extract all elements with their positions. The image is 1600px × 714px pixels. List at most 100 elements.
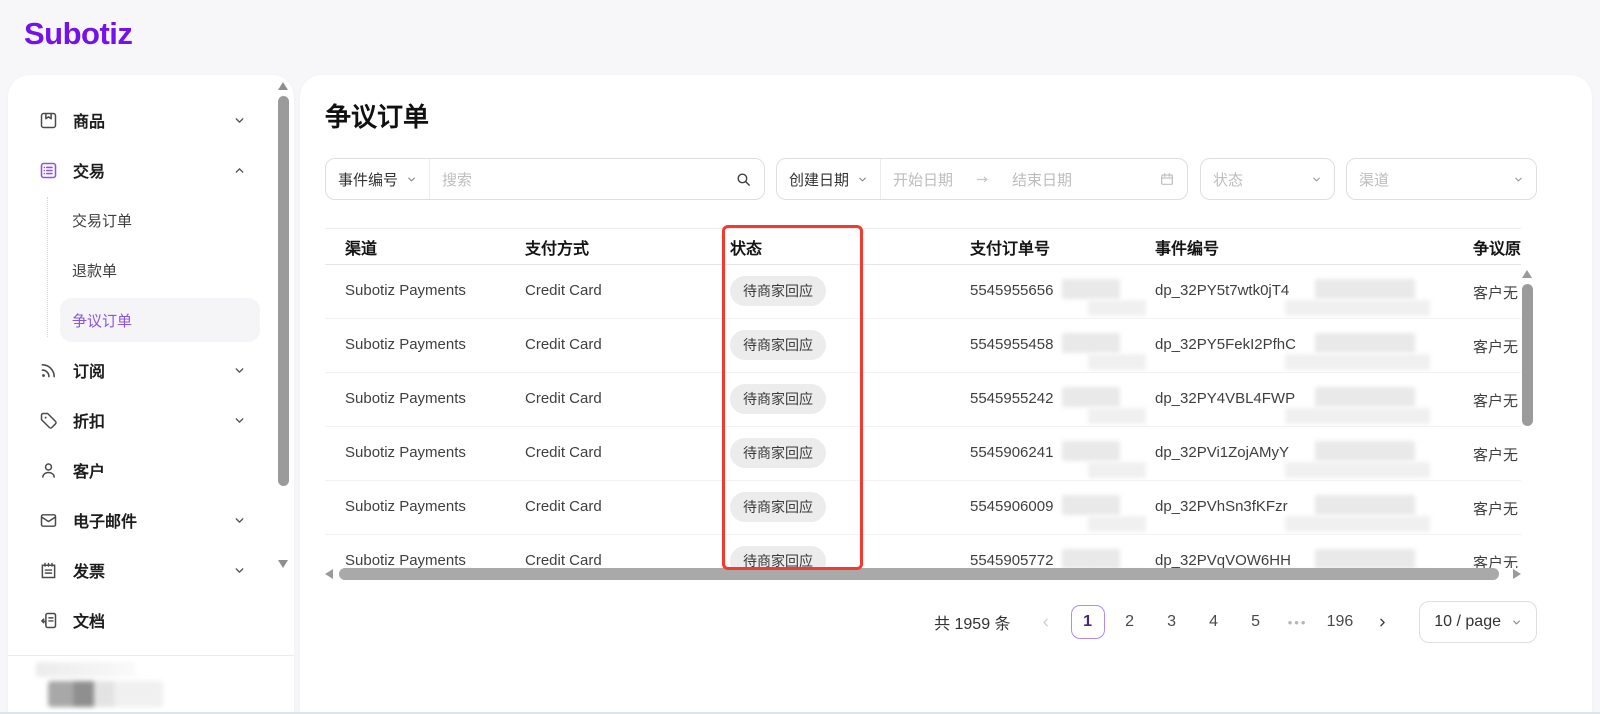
sub-item-label: 交易订单 (72, 210, 132, 231)
column-header-dispute-reason: 争议原因 (1473, 235, 1521, 259)
sidebar-user-area[interactable] (8, 655, 294, 714)
scroll-up-arrow[interactable] (1522, 270, 1532, 278)
pagination-prev-button[interactable] (1029, 605, 1063, 639)
table-row[interactable]: Subotiz Payments Credit Card 待商家回应 55459… (325, 373, 1521, 427)
chevron-right-icon (1376, 616, 1389, 629)
date-type-select[interactable]: 创建日期 (777, 159, 881, 199)
scrollbar-thumb[interactable] (1522, 284, 1533, 426)
scroll-left-arrow[interactable] (325, 569, 333, 579)
tag-icon (38, 410, 59, 431)
calendar-button[interactable] (1147, 171, 1187, 187)
column-header-payment-order-no: 支付订单号 (970, 235, 1155, 259)
cell-payment-method: Credit Card (525, 373, 730, 426)
redacted-user-text (36, 662, 136, 677)
search-button[interactable] (723, 171, 764, 188)
cell-event-no: dp_32PVi1ZojAMyY (1155, 427, 1473, 480)
sidebar-item-subscriptions[interactable]: 订阅 (8, 345, 294, 395)
table-header: 渠道 支付方式 状态 支付订单号 事件编号 争议原因 (325, 228, 1521, 265)
pagination-page-1[interactable]: 1 (1071, 605, 1105, 639)
search-input[interactable]: 搜索 (430, 169, 484, 190)
chevron-down-icon (406, 174, 417, 185)
pagination-next-button[interactable] (1365, 605, 1399, 639)
cell-status: 待商家回应 (730, 319, 970, 372)
status-badge: 待商家回应 (730, 546, 826, 568)
table-body: Subotiz Payments Credit Card 待商家回应 55459… (325, 265, 1521, 568)
date-start-input[interactable]: 开始日期 (881, 169, 965, 190)
cell-status: 待商家回应 (730, 373, 970, 426)
pagination-page-4[interactable]: 4 (1197, 605, 1231, 639)
page-title: 争议订单 (325, 97, 429, 134)
sidebar-item-customers[interactable]: 客户 (8, 445, 294, 495)
table-row[interactable]: Subotiz Payments Credit Card 待商家回应 55459… (325, 319, 1521, 373)
sidebar-item-discounts[interactable]: 折扣 (8, 395, 294, 445)
sidebar-item-label: 电子邮件 (73, 508, 137, 532)
redacted-block (1062, 333, 1120, 353)
column-header-payment-method: 支付方式 (525, 235, 730, 259)
scroll-right-arrow[interactable] (1513, 569, 1521, 579)
channel-filter-placeholder: 渠道 (1359, 169, 1389, 190)
pagination-total: 共 1959 条 (934, 610, 1011, 634)
redacted-block (1315, 495, 1415, 515)
table-row[interactable]: Subotiz Payments Credit Card 待商家回应 55459… (325, 427, 1521, 481)
cell-status: 待商家回应 (730, 535, 970, 568)
redacted-user-avatar (48, 681, 163, 707)
scrollbar-thumb[interactable] (278, 96, 289, 486)
sub-item-label: 退款单 (72, 260, 117, 281)
status-filter-select[interactable]: 状态 (1200, 158, 1335, 200)
table-vertical-scrollbar[interactable] (1521, 270, 1534, 643)
pagination-page-5[interactable]: 5 (1239, 605, 1273, 639)
status-badge: 待商家回应 (730, 438, 826, 468)
cell-payment-order-no: 5545955242 (970, 373, 1155, 426)
date-type-value: 创建日期 (789, 169, 849, 190)
cell-status: 待商家回应 (730, 481, 970, 534)
cell-payment-order-no: 5545955458 (970, 319, 1155, 372)
redacted-block (1315, 387, 1415, 407)
scroll-down-arrow[interactable] (278, 560, 288, 568)
redacted-block (1285, 408, 1430, 424)
sidebar-item-products[interactable]: 商品 (8, 95, 294, 145)
status-badge: 待商家回应 (730, 330, 826, 360)
document-icon (38, 610, 59, 631)
sidebar-nav: 商品 交易 交易订单 退款单 争议订单 订阅 折扣 (8, 75, 294, 645)
status-filter-placeholder: 状态 (1213, 169, 1243, 190)
column-header-status: 状态 (730, 235, 970, 259)
table-horizontal-scrollbar[interactable] (325, 568, 1521, 582)
sidebar-item-invoices[interactable]: 发票 (8, 545, 294, 595)
redacted-block (1088, 354, 1146, 370)
page-size-value: 10 / page (1434, 613, 1501, 631)
chevron-up-icon (233, 164, 246, 177)
pagination-page-2[interactable]: 2 (1113, 605, 1147, 639)
page-size-select[interactable]: 10 / page (1419, 601, 1537, 643)
sidebar-item-refunds[interactable]: 退款单 (8, 245, 294, 295)
transactions-icon (38, 160, 59, 181)
pagination-page-last[interactable]: 196 (1323, 605, 1358, 639)
redacted-block (1088, 300, 1146, 316)
pagination-ellipsis[interactable]: ••• (1281, 605, 1315, 639)
sidebar-item-label: 文档 (73, 608, 105, 632)
pagination-page-3[interactable]: 3 (1155, 605, 1189, 639)
scrollbar-thumb[interactable] (339, 568, 1499, 580)
sidebar-item-transactions[interactable]: 交易 (8, 145, 294, 195)
chevron-down-icon (857, 174, 868, 185)
sidebar-item-transaction-orders[interactable]: 交易订单 (8, 195, 294, 245)
cell-dispute-reason: 客户无 (1473, 265, 1521, 318)
table-row[interactable]: Subotiz Payments Credit Card 待商家回应 55459… (325, 535, 1521, 568)
pagination: 共 1959 条 1 2 3 4 5 ••• 196 10 / page (300, 601, 1537, 643)
redacted-block (1088, 408, 1146, 424)
search-icon (735, 171, 752, 188)
sidebar-item-docs[interactable]: 文档 (8, 595, 294, 645)
table-row[interactable]: Subotiz Payments Credit Card 待商家回应 55459… (325, 481, 1521, 535)
app-header: Subotiz (0, 0, 1600, 75)
table-row[interactable]: Subotiz Payments Credit Card 待商家回应 55459… (325, 265, 1521, 319)
cell-dispute-reason: 客户无 (1473, 373, 1521, 426)
search-type-select[interactable]: 事件编号 (326, 159, 430, 199)
sidebar-item-emails[interactable]: 电子邮件 (8, 495, 294, 545)
cell-status: 待商家回应 (730, 265, 970, 318)
sidebar-item-dispute-orders[interactable]: 争议订单 (8, 295, 294, 345)
date-end-input[interactable]: 结束日期 (1000, 169, 1084, 190)
chevron-down-icon (233, 114, 246, 127)
redacted-block (1315, 549, 1415, 568)
sidebar-scrollbar[interactable] (277, 80, 290, 655)
channel-filter-select[interactable]: 渠道 (1346, 158, 1537, 200)
scroll-up-arrow[interactable] (278, 82, 288, 90)
